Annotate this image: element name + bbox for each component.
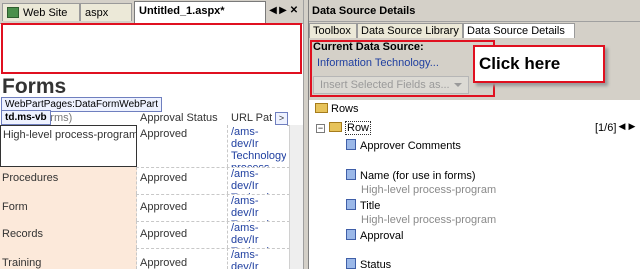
tab-aspx[interactable]: aspx (80, 3, 132, 21)
pager-prev-icon[interactable]: ◀ (618, 120, 626, 133)
field-sample-value: High-level process-program (361, 184, 497, 196)
cell-url-link[interactable]: /ams-dev/Ir Technology (228, 167, 286, 194)
cell-name[interactable]: Procedures (0, 167, 137, 194)
cell-url-link[interactable]: /ams-dev/Ir (228, 248, 286, 269)
quick-tag-arrow-icon[interactable]: > (275, 112, 288, 125)
tree-field-title[interactable]: Title (346, 199, 380, 212)
annotation-box (1, 23, 302, 74)
annotation-box (310, 40, 495, 97)
cell-name[interactable]: High-level process-program (0, 125, 137, 167)
cell-approval[interactable]: Approved (137, 194, 228, 221)
cell-url-link[interactable]: /ams-dev/Ir Technology process-pro (228, 125, 286, 167)
tree-field-approval[interactable]: Approval (346, 229, 403, 242)
tree-field-name[interactable]: Name (for use in forms) (346, 169, 476, 182)
tab-untitled-label: Untitled_1.aspx* (139, 5, 225, 17)
page-heading: Forms (2, 75, 67, 98)
tree-field-approver-comments[interactable]: Approver Comments (346, 139, 461, 152)
tab-web-site-label: Web Site (23, 7, 68, 19)
tree-node-row[interactable]: − Row (316, 121, 372, 135)
cell-name[interactable]: Records (0, 221, 137, 248)
tab-scroll-left-icon[interactable]: ◀ (268, 5, 278, 17)
click-here-callout: Click here (473, 45, 605, 83)
selected-tag-label[interactable]: td.ms-vb (1, 110, 51, 125)
vertical-scrollbar[interactable] (289, 125, 303, 269)
cell-approval[interactable]: Approved (137, 248, 228, 269)
cell-approval[interactable]: Approved (137, 125, 228, 167)
folder-icon (329, 122, 342, 132)
cell-approval[interactable]: Approved (137, 167, 228, 194)
design-view-pane: Web Site aspx Untitled_1.aspx* ◀ ▶ ✕ For… (0, 0, 303, 269)
table-row[interactable]: Procedures Approved /ams-dev/Ir Technolo… (0, 167, 290, 195)
tab-untitled-aspx[interactable]: Untitled_1.aspx* (134, 1, 266, 23)
table-row[interactable]: High-level process-program Approved /ams… (0, 125, 290, 168)
column-header-url: URL Pat (231, 112, 273, 124)
tab-web-site[interactable]: Web Site (2, 3, 80, 21)
tab-data-source-library[interactable]: Data Source Library (357, 23, 463, 38)
cell-name[interactable]: Training (0, 248, 137, 269)
panel-tab-strip: Toolbox Data Source Library Data Source … (309, 22, 640, 39)
cell-url-link[interactable]: /ams-dev/Ir Technology (228, 194, 286, 221)
field-label: Title (360, 200, 381, 212)
field-icon (346, 258, 356, 269)
tree-node-rows[interactable]: Rows (315, 103, 359, 115)
field-icon (346, 199, 356, 210)
pager-next-icon[interactable]: ▶ (628, 120, 636, 133)
tab-aspx-label: aspx (85, 7, 109, 19)
table-row[interactable]: Training Approved /ams-dev/Ir (0, 248, 290, 269)
tree-node-rows-label: Rows (331, 103, 359, 115)
cell-name[interactable]: Form (0, 194, 137, 221)
tree-field-status[interactable]: Status (346, 258, 391, 271)
field-icon (346, 229, 356, 240)
field-label: Name (for use in forms) (360, 170, 476, 182)
field-icon (346, 139, 356, 150)
field-label: Approver Comments (360, 140, 461, 152)
tab-scroll-right-icon[interactable]: ▶ (278, 5, 288, 17)
table-row[interactable]: Records Approved /ams-dev/Ir Technology (0, 221, 290, 249)
cell-approval[interactable]: Approved (137, 221, 228, 248)
tab-data-source-details[interactable]: Data Source Details (463, 23, 575, 38)
close-document-icon[interactable]: ✕ (289, 5, 299, 17)
cell-url-link[interactable]: /ams-dev/Ir Technology (228, 221, 286, 248)
row-pager: [1/6] (595, 122, 617, 134)
column-header-approval: Approval Status (140, 112, 218, 124)
tree-node-row-label: Row (345, 121, 372, 135)
folder-icon (315, 103, 328, 113)
table-row[interactable]: Form Approved /ams-dev/Ir Technology (0, 194, 290, 222)
field-label: Status (360, 259, 392, 271)
field-label: Approval (360, 230, 404, 242)
field-sample-value: High-level process-program (361, 214, 497, 226)
website-icon (7, 7, 19, 18)
panel-title: Data Source Details (309, 0, 640, 22)
tab-toolbox[interactable]: Toolbox (309, 23, 357, 38)
field-icon (346, 169, 356, 180)
collapse-icon[interactable]: − (316, 124, 325, 133)
document-tab-strip: Web Site aspx Untitled_1.aspx* ◀ ▶ ✕ (0, 0, 303, 24)
